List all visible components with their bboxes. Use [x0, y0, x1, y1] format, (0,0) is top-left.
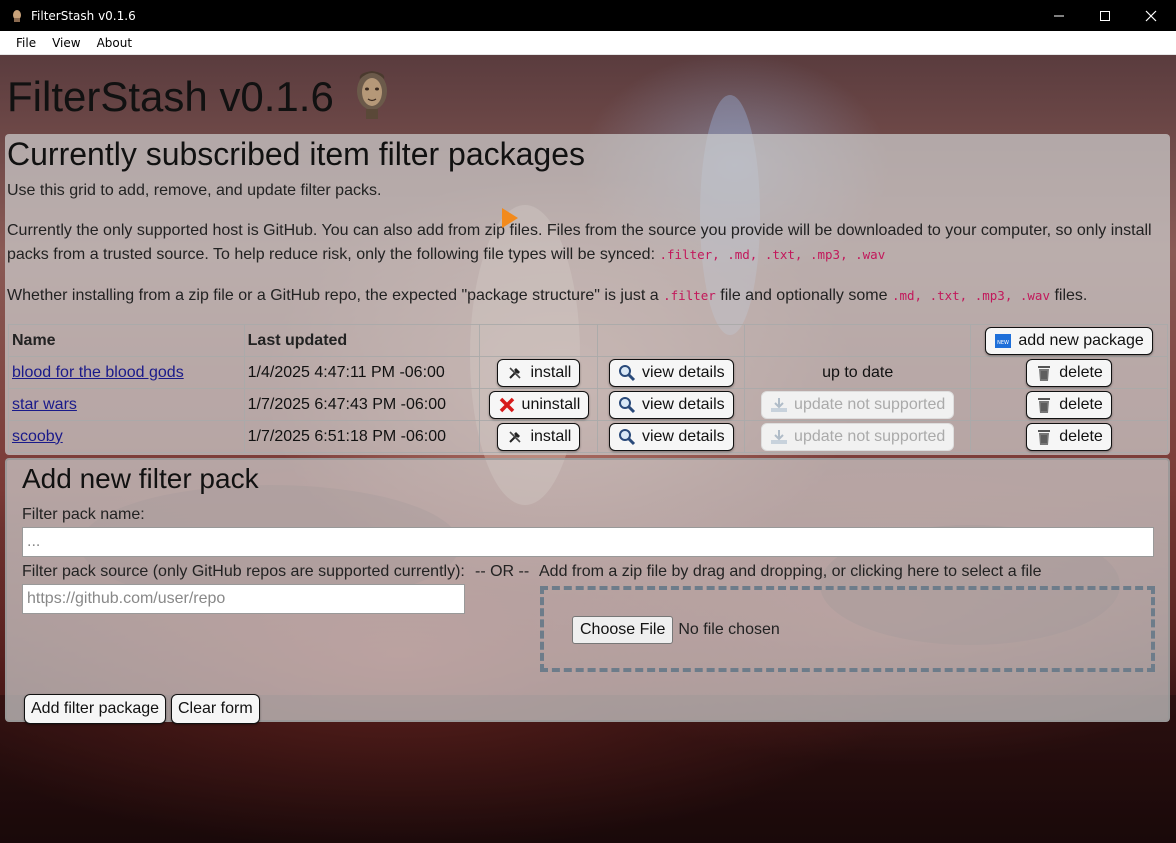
- choose-file-button[interactable]: Choose File: [572, 616, 674, 644]
- package-link[interactable]: scooby: [12, 428, 63, 445]
- delete-label: delete: [1059, 395, 1103, 413]
- no-file-chosen-text: No file chosen: [678, 621, 780, 638]
- last-updated-cell: 1/7/2025 6:47:43 PM -06:00: [243, 388, 481, 421]
- close-window-button[interactable]: [1128, 0, 1174, 31]
- main-content: FilterStash v0.1.6 Currently subscribed …: [0, 55, 1176, 843]
- svg-text:NEW: NEW: [997, 340, 1009, 346]
- install-label: install: [530, 427, 572, 445]
- column-header-last-updated: Last updated: [243, 324, 481, 357]
- menu-file[interactable]: File: [8, 31, 44, 55]
- magnifier-icon: [618, 364, 636, 382]
- column-header-name: Name: [8, 324, 245, 357]
- or-separator: -- OR --: [475, 563, 530, 580]
- red-x-icon: [498, 396, 516, 414]
- last-updated-cell: 1/4/2025 4:47:11 PM -06:00: [243, 356, 481, 389]
- table-header-row: Name Last updated NEW add new package: [8, 324, 1168, 357]
- install-label: install: [530, 363, 572, 381]
- clear-form-button[interactable]: Clear form: [171, 694, 260, 724]
- tools-icon: [506, 364, 524, 382]
- host-info-line-2: packs from a trusted source. To help red…: [7, 243, 885, 267]
- update-button[interactable]: update not supported: [761, 422, 955, 451]
- add-new-package-label: add new package: [1018, 331, 1144, 349]
- trash-icon: [1035, 396, 1053, 414]
- subscribed-packages-panel: Currently subscribed item filter package…: [5, 134, 1170, 455]
- package-link[interactable]: star wars: [12, 396, 77, 413]
- file-picker[interactable]: Choose File No file chosen: [572, 616, 780, 644]
- update-status-text: up to date: [744, 356, 972, 389]
- host-info-line-1: Currently the only supported host is Git…: [7, 222, 1152, 239]
- view-details-button[interactable]: view details: [608, 358, 734, 387]
- uninstall-button[interactable]: uninstall: [488, 390, 590, 419]
- view-details-label: view details: [641, 427, 725, 445]
- structure-post: files.: [1054, 287, 1088, 304]
- package-link[interactable]: blood for the blood gods: [12, 364, 184, 381]
- magnifier-icon: [618, 428, 636, 446]
- pack-source-label: Filter pack source (only GitHub repos ar…: [22, 563, 465, 580]
- delete-button[interactable]: delete: [1026, 390, 1112, 419]
- close-icon: [1145, 10, 1157, 21]
- app-heading: FilterStash v0.1.6: [7, 71, 392, 123]
- maximize-button[interactable]: [1082, 0, 1128, 31]
- table-row: blood for the blood gods 1/4/2025 4:47:1…: [8, 356, 1168, 389]
- trash-icon: [1035, 364, 1053, 382]
- structure-optional-exts: .md, .txt, .mp3, .wav: [891, 288, 1050, 303]
- view-details-label: view details: [641, 395, 725, 413]
- zip-dropzone-label: Add from a zip file by drag and dropping…: [539, 563, 1042, 580]
- subscribed-heading: Currently subscribed item filter package…: [7, 136, 586, 172]
- packages-table: Name Last updated NEW add new package bl…: [8, 324, 1168, 453]
- update-icon: [770, 396, 788, 414]
- structure-mid: file and optionally some: [720, 287, 888, 304]
- table-row: scooby 1/7/2025 6:51:18 PM -06:00 instal…: [8, 420, 1168, 453]
- update-label: update not supported: [794, 395, 946, 413]
- add-new-package-button[interactable]: NEW add new package: [985, 326, 1153, 355]
- last-updated-cell: 1/7/2025 6:51:18 PM -06:00: [243, 420, 481, 453]
- install-button[interactable]: install: [497, 358, 581, 387]
- new-icon: NEW: [994, 332, 1012, 350]
- update-button[interactable]: update not supported: [761, 390, 955, 419]
- tools-icon: [506, 428, 524, 446]
- window-title: FilterStash v0.1.6: [31, 8, 136, 23]
- menu-bar: File View About: [0, 31, 1176, 55]
- install-button[interactable]: install: [497, 422, 581, 451]
- pack-name-label: Filter pack name:: [22, 506, 145, 523]
- title-bar: FilterStash v0.1.6: [0, 0, 1176, 31]
- app-heading-text: FilterStash v0.1.6: [7, 73, 334, 120]
- structure-pre: Whether installing from a zip file or a …: [7, 287, 659, 304]
- delete-button[interactable]: delete: [1026, 422, 1112, 451]
- delete-button[interactable]: delete: [1026, 358, 1112, 387]
- package-structure-text: Whether installing from a zip file or a …: [7, 284, 1087, 308]
- pack-source-input[interactable]: [22, 584, 465, 614]
- structure-filter-ext: .filter: [663, 288, 716, 303]
- delete-label: delete: [1059, 363, 1103, 381]
- table-row: star wars 1/7/2025 6:47:43 PM -06:00 uni…: [8, 388, 1168, 421]
- update-icon: [770, 428, 788, 446]
- add-filter-pack-panel: Add new filter pack Filter pack name: Fi…: [5, 458, 1170, 724]
- magnifier-icon: [618, 396, 636, 414]
- grid-intro-text: Use this grid to add, remove, and update…: [7, 182, 382, 199]
- menu-about[interactable]: About: [89, 31, 140, 55]
- view-details-label: view details: [641, 363, 725, 381]
- update-label: update not supported: [794, 427, 946, 445]
- trash-icon: [1035, 428, 1053, 446]
- view-details-button[interactable]: view details: [608, 422, 734, 451]
- mouse-cursor-icon: [502, 208, 518, 228]
- app-icon: [9, 8, 25, 24]
- minimize-icon: [1054, 15, 1064, 16]
- maximize-icon: [1100, 10, 1110, 21]
- add-filter-package-button[interactable]: Add filter package: [24, 694, 167, 724]
- minimize-button[interactable]: [1036, 0, 1082, 31]
- pack-name-input[interactable]: [22, 527, 1154, 557]
- host-info-text: packs from a trusted source. To help red…: [7, 246, 656, 263]
- view-details-button[interactable]: view details: [608, 390, 734, 419]
- add-filter-heading: Add new filter pack: [22, 463, 259, 494]
- allowed-file-types: .filter, .md, .txt, .mp3, .wav: [659, 247, 886, 262]
- delete-label: delete: [1059, 427, 1103, 445]
- uninstall-label: uninstall: [521, 395, 581, 413]
- menu-view[interactable]: View: [44, 31, 88, 55]
- app-logo-icon: [352, 69, 392, 121]
- zip-dropzone[interactable]: Choose File No file chosen: [540, 586, 1155, 672]
